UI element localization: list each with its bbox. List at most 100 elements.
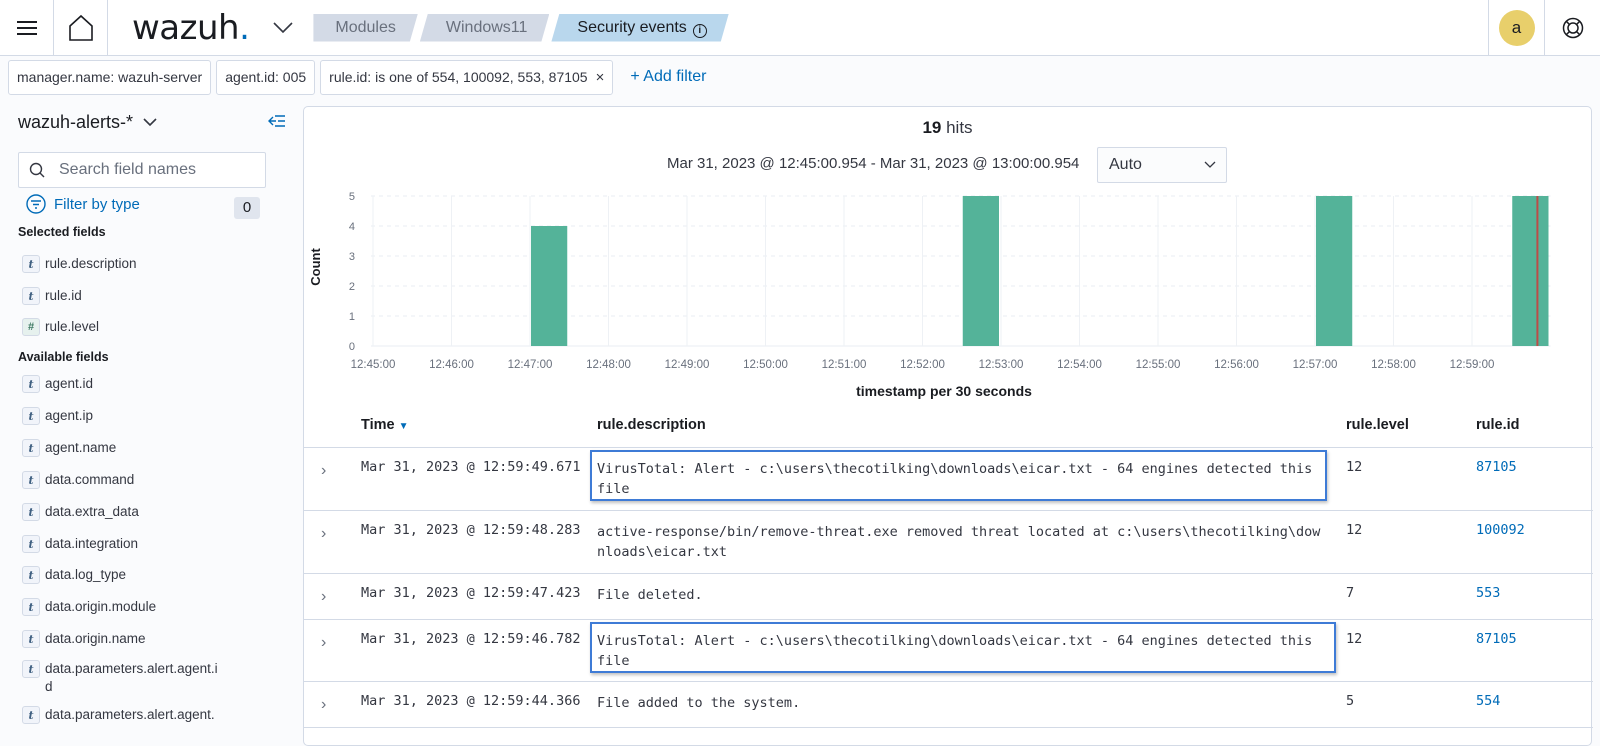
- hits-count: 19 hits: [304, 118, 1591, 138]
- breadcrumb-windows11[interactable]: Windows11: [420, 14, 550, 42]
- index-pattern-selector[interactable]: wazuh-alerts-*: [18, 112, 157, 133]
- field-item[interactable]: t data.parameters.alert.agent.id: [22, 660, 225, 696]
- field-item[interactable]: t data.parameters.alert.agent.: [22, 706, 215, 724]
- add-filter-button[interactable]: + Add filter: [630, 68, 706, 86]
- rule-id-link[interactable]: 553: [1476, 585, 1500, 601]
- string-type-icon: t: [22, 407, 40, 425]
- expand-row-icon[interactable]: ›: [321, 525, 326, 543]
- field-item[interactable]: t data.origin.name: [22, 630, 146, 648]
- expand-row-icon[interactable]: ›: [321, 634, 326, 652]
- rule-id-link[interactable]: 554: [1476, 693, 1500, 709]
- rule-id-link[interactable]: 87105: [1476, 631, 1517, 647]
- help-button[interactable]: [1544, 0, 1600, 56]
- wazuh-logo[interactable]: wazuh.: [132, 8, 250, 48]
- breadcrumb-modules[interactable]: Modules: [313, 14, 417, 42]
- histogram-bar: [1316, 196, 1353, 346]
- field-item[interactable]: t data.extra_data: [22, 503, 139, 521]
- string-type-icon: t: [22, 566, 40, 584]
- app-menu-dropdown[interactable]: [271, 0, 295, 56]
- x-tick-label: 12:51:00: [822, 359, 867, 371]
- field-item[interactable]: t data.origin.module: [22, 598, 156, 616]
- cell-time: Mar 31, 2023 @ 12:59:46.782: [361, 631, 581, 647]
- x-axis-ticks: 12:45:00 12:46:00 12:47:00 12:48:00 12:49:00…: [351, 359, 1495, 371]
- x-tick-label: 12:53:00: [979, 359, 1024, 371]
- rule-id-link[interactable]: 87105: [1476, 459, 1517, 475]
- sort-descending-icon[interactable]: ▼: [399, 421, 409, 432]
- chevron-down-icon: [1204, 161, 1216, 168]
- expand-row-icon[interactable]: ›: [321, 462, 326, 480]
- cell-level: 5: [1346, 693, 1355, 709]
- field-item[interactable]: t agent.name: [22, 439, 116, 457]
- filter-pill-rule-id[interactable]: rule.id: is one of 554, 100092, 553, 871…: [320, 59, 614, 95]
- field-item[interactable]: t data.log_type: [22, 566, 126, 584]
- cell-description: active-response/bin/remove-threat.exe re…: [597, 524, 1321, 560]
- cell-description: VirusTotal: Alert - c:\users\thecotilkin…: [597, 461, 1313, 497]
- column-header-time[interactable]: Time ▼: [361, 417, 409, 433]
- collapse-sidebar-icon[interactable]: [268, 114, 286, 128]
- y-axis-ticks: 0 1 2 3 4 5: [349, 191, 355, 353]
- field-name: data.origin.module: [45, 599, 157, 614]
- home-button[interactable]: [54, 0, 108, 56]
- field-name: data.parameters.alert.agent.id: [45, 661, 218, 694]
- x-tick-label: 12:49:00: [665, 359, 710, 371]
- cell-description: File deleted.: [597, 587, 703, 603]
- field-search: [18, 152, 266, 188]
- x-axis-label: timestamp per 30 seconds: [856, 383, 1032, 399]
- column-header-rule-id[interactable]: rule.id: [1476, 417, 1520, 433]
- field-item[interactable]: t rule.description: [22, 255, 137, 273]
- hamburger-icon: [16, 20, 37, 35]
- filter-by-type-button[interactable]: Filter by type: [26, 194, 140, 214]
- y-tick-label: 5: [349, 191, 355, 203]
- y-tick-label: 4: [349, 221, 355, 233]
- filter-pill-label: agent.id: 005: [225, 69, 307, 85]
- x-tick-label: 12:48:00: [586, 359, 631, 371]
- top-header: wazuh. Modules Windows11 Security events…: [0, 0, 1600, 56]
- number-type-icon: #: [22, 318, 40, 336]
- table-row: › Mar 31, 2023 @ 12:59:48.283 active-res…: [304, 511, 1593, 574]
- column-header-rule-level[interactable]: rule.level: [1346, 417, 1409, 433]
- info-icon[interactable]: i: [693, 24, 707, 38]
- cell-time: Mar 31, 2023 @ 12:59:47.423: [361, 585, 581, 601]
- string-type-icon: t: [22, 598, 40, 616]
- chevron-down-icon: [143, 118, 157, 127]
- user-menu[interactable]: a: [1488, 0, 1544, 56]
- selected-fields-title: Selected fields: [18, 225, 106, 239]
- x-tick-label: 12:50:00: [743, 359, 788, 371]
- histogram-bar: [962, 196, 999, 346]
- column-header-rule-description[interactable]: rule.description: [597, 417, 706, 433]
- breadcrumb-label: Security events: [577, 18, 687, 36]
- field-item[interactable]: t rule.id: [22, 287, 82, 305]
- histogram-chart: 012345 12:45:00 12:46:00 12:47:00 12:48:00 1…: [308, 191, 1551, 399]
- remove-filter-icon[interactable]: ×: [596, 69, 605, 86]
- rule-id-link[interactable]: 100092: [1476, 522, 1525, 538]
- filter-pill-agent-id[interactable]: agent.id: 005: [216, 59, 316, 95]
- search-icon: [29, 162, 45, 178]
- string-type-icon: t: [22, 660, 40, 678]
- string-type-icon: t: [22, 255, 40, 273]
- cell-time: Mar 31, 2023 @ 12:59:48.283: [361, 522, 581, 538]
- interval-select[interactable]: Auto: [1097, 147, 1227, 183]
- string-type-icon: t: [22, 439, 40, 457]
- expand-row-icon[interactable]: ›: [321, 588, 326, 606]
- avatar: a: [1498, 10, 1535, 46]
- field-name: data.command: [45, 472, 135, 487]
- cell-level: 7: [1346, 585, 1355, 601]
- field-item[interactable]: t data.command: [22, 471, 134, 489]
- filter-pill-manager-name[interactable]: manager.name: wazuh-server: [8, 59, 212, 95]
- field-item[interactable]: t agent.ip: [22, 407, 93, 425]
- field-item[interactable]: # rule.level: [22, 318, 99, 336]
- index-pattern-label: wazuh-alerts-*: [18, 112, 134, 132]
- search-field-names-input[interactable]: [59, 161, 259, 179]
- x-tick-label: 12:55:00: [1136, 359, 1181, 371]
- y-tick-label: 2: [349, 281, 355, 293]
- cell-level: 12: [1346, 522, 1363, 538]
- field-item[interactable]: t data.integration: [22, 535, 138, 553]
- field-name: rule.level: [45, 319, 100, 334]
- filter-icon: [26, 194, 46, 214]
- expand-row-icon[interactable]: ›: [321, 696, 326, 714]
- table-row: › Mar 31, 2023 @ 12:59:46.782 VirusTotal…: [304, 620, 1593, 682]
- menu-button[interactable]: [0, 0, 54, 56]
- chart-bars: [531, 196, 1549, 346]
- field-item[interactable]: t agent.id: [22, 375, 93, 393]
- cell-time: Mar 31, 2023 @ 12:59:49.671: [361, 459, 581, 475]
